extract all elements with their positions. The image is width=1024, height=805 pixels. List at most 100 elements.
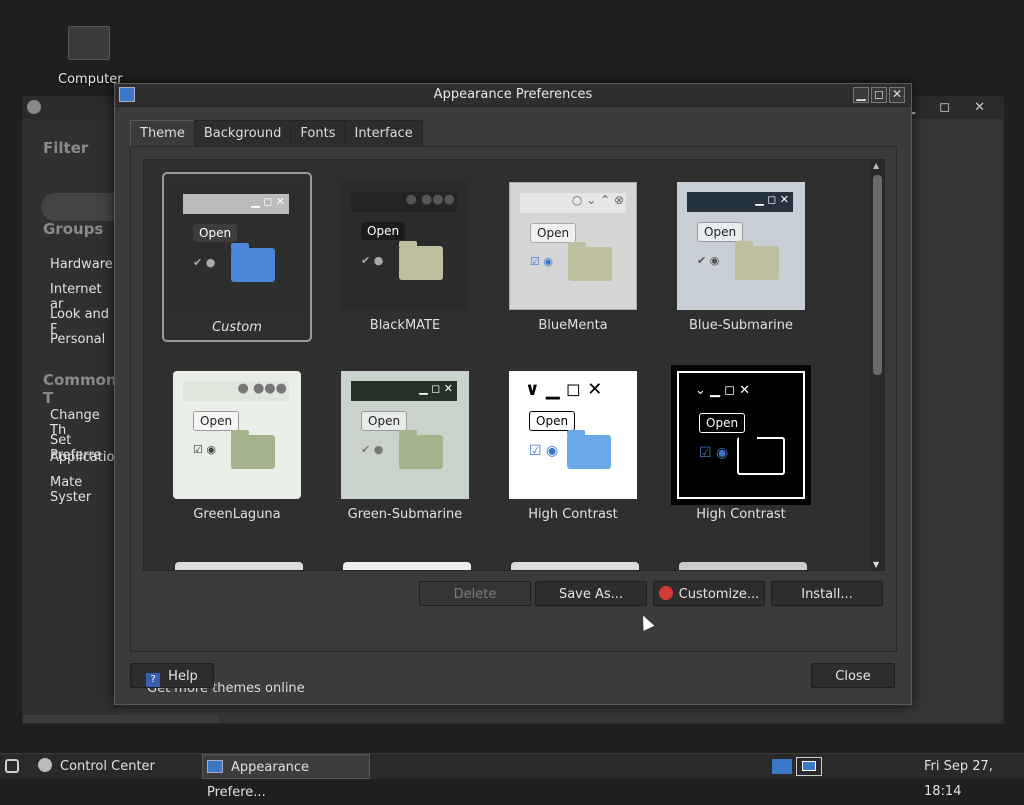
appearance-icon: [207, 760, 223, 773]
appearance-preferences-dialog: Appearance Preferences ▁ ◻ ✕ Theme Backgr…: [114, 83, 912, 705]
theme-green-submarine[interactable]: ▁ ◻ ✕ Open ✔ ● Green-Submarine: [330, 361, 480, 531]
thumb-titlebar: ○ ⌄ ⌃ ⊗: [520, 193, 626, 213]
minimize-button[interactable]: ▁: [853, 87, 869, 103]
theme-panel: ▁ ◻ ✕ Open ✔ ● Custom ● ●●● Open ✔ ● Bla…: [130, 146, 897, 696]
thumb-titlebar: ▁ ◻ ✕: [351, 381, 457, 401]
tab-bar: Theme Background Fonts Interface: [130, 120, 423, 148]
thumb-open-button: Open: [530, 223, 577, 243]
control-center-scrollbar[interactable]: [23, 715, 218, 723]
folder-icon: [737, 434, 785, 475]
thumb-check-icon: ☑ ◉: [193, 443, 216, 456]
theme-thumbnail: ● ●●● Open ☑ ◉: [173, 371, 301, 499]
thumb-check-icon: ✔ ●: [193, 256, 216, 269]
thumb-open-button: Open: [193, 411, 240, 431]
theme-partial[interactable]: [679, 562, 807, 570]
thumb-titlebar: ▁ ◻ ✕: [183, 194, 289, 214]
close-label: Close: [835, 669, 871, 684]
theme-label: GreenLaguna: [193, 507, 281, 522]
thumb-open-button: Open: [699, 413, 746, 433]
maximize-button[interactable]: ◻: [871, 87, 887, 103]
theme-partial[interactable]: [343, 562, 471, 570]
theme-high-contrast[interactable]: ∨ ▁ ◻ ✕ Open ☑ ◉ High Contrast: [498, 361, 648, 531]
tab-interface[interactable]: Interface: [344, 120, 423, 148]
theme-label: Custom: [212, 320, 262, 335]
tab-fonts[interactable]: Fonts: [290, 120, 346, 148]
tab-background[interactable]: Background: [193, 120, 292, 148]
theme-label: Blue-Submarine: [688, 318, 794, 333]
theme-thumbnail: ● ●●● Open ✔ ●: [341, 182, 469, 310]
theme-partial[interactable]: [511, 562, 639, 570]
groups-heading: Groups: [43, 220, 104, 238]
theme-thumbnail: ⌄ ▁ ◻ ✕ Open ☑ ◉: [677, 371, 805, 499]
control-center-app-icon: [27, 100, 41, 114]
folder-icon: [567, 430, 611, 469]
folder-icon: [735, 241, 779, 280]
taskbar-appearance-preferences[interactable]: Appearance Prefere...: [202, 754, 370, 800]
theme-thumbnail: ▁ ◻ ✕ Open ✔ ●: [173, 184, 301, 312]
folder-icon: [231, 430, 275, 469]
theme-custom[interactable]: ▁ ◻ ✕ Open ✔ ● Custom: [162, 172, 312, 342]
thumb-open-button: Open: [361, 222, 406, 240]
clock[interactable]: Fri Sep 27, 18:14: [924, 754, 1024, 799]
group-personal[interactable]: Personal: [50, 332, 105, 347]
tab-theme[interactable]: Theme: [130, 120, 195, 148]
theme-blackmate[interactable]: ● ●●● Open ✔ ● BlackMATE: [330, 172, 480, 342]
filter-input[interactable]: [41, 193, 121, 221]
help-button[interactable]: ? Help: [130, 663, 214, 688]
thumb-open-button: Open: [529, 411, 576, 431]
close-button[interactable]: Close: [811, 663, 895, 688]
thumb-check-icon: ✔ ●: [361, 443, 384, 456]
thumb-check-icon: ✔ ◉: [697, 254, 720, 267]
dialog-title: Appearance Preferences: [433, 87, 593, 102]
thumb-titlebar: ▁ ◻ ✕: [687, 192, 793, 212]
folder-icon: [399, 241, 443, 280]
theme-bluementa[interactable]: ○ ⌄ ⌃ ⊗ Open ☑ ◉ BlueMenta: [498, 172, 648, 342]
thumb-open-button: Open: [361, 411, 408, 431]
folder-icon: [399, 430, 443, 469]
common-applications[interactable]: Applicatio: [50, 450, 114, 465]
filter-heading: Filter: [43, 139, 89, 157]
workspace-1-icon[interactable]: [772, 759, 792, 774]
theme-grid: ▁ ◻ ✕ Open ✔ ● Custom ● ●●● Open ✔ ● Bla…: [143, 159, 885, 571]
install-button[interactable]: Install...: [771, 581, 883, 606]
common-mate-system[interactable]: Mate Syster: [50, 475, 118, 505]
scroll-up-icon[interactable]: ▲: [873, 161, 879, 170]
workspace-2-icon[interactable]: [796, 757, 822, 776]
thumb-open-button: Open: [697, 222, 744, 242]
control-center-sidebar: Filter Groups Hardware Internet ar Look …: [23, 119, 121, 715]
theme-thumbnail: ∨ ▁ ◻ ✕ Open ☑ ◉: [509, 371, 637, 499]
theme-partial[interactable]: [175, 562, 303, 570]
computer-desktop-icon[interactable]: Computer: [58, 26, 123, 87]
scroll-down-icon[interactable]: ▼: [873, 560, 879, 569]
theme-thumbnail: ○ ⌄ ⌃ ⊗ Open ☑ ◉: [509, 182, 637, 310]
computer-label: Computer: [58, 72, 123, 87]
theme-thumbnail: ▁ ◻ ✕ Open ✔ ◉: [677, 182, 805, 310]
theme-greenlaguna[interactable]: ● ●●● Open ☑ ◉ GreenLaguna: [162, 361, 312, 531]
control-center-window-buttons[interactable]: ▁ ◻ ✕: [905, 100, 995, 115]
group-hardware[interactable]: Hardware: [50, 257, 113, 272]
customize-button[interactable]: Customize...: [653, 581, 765, 606]
theme-thumbnail: ▁ ◻ ✕ Open ✔ ●: [341, 371, 469, 499]
delete-button[interactable]: Delete: [419, 581, 531, 606]
thumb-titlebar: ● ●●●: [351, 192, 457, 212]
scroll-thumb[interactable]: [873, 175, 882, 375]
taskbar-control-center[interactable]: Control Center: [38, 754, 163, 779]
menu-icon[interactable]: [5, 759, 19, 773]
taskbar: Control Center Appearance Prefere... Fri…: [0, 753, 1024, 800]
save-as-button[interactable]: Save As...: [535, 581, 647, 606]
theme-label: High Contrast: [696, 507, 786, 522]
thumb-titlebar: ∨ ▁ ◻ ✕: [519, 379, 625, 401]
close-window-button[interactable]: ✕: [889, 87, 905, 103]
taskbar-item-label: Control Center: [60, 759, 155, 774]
thumb-titlebar: ● ●●●: [183, 381, 289, 401]
theme-blue-submarine[interactable]: ▁ ◻ ✕ Open ✔ ◉ Blue-Submarine: [666, 172, 816, 342]
install-label: Install...: [801, 587, 853, 602]
folder-icon: [231, 243, 275, 282]
theme-high-contrast-inverse[interactable]: ⌄ ▁ ◻ ✕ Open ☑ ◉ High Contrast: [666, 361, 816, 531]
thumb-check-icon: ☑ ◉: [530, 255, 553, 268]
common-tasks-heading: Common T: [43, 371, 117, 407]
theme-scrollbar[interactable]: ▲ ▼: [870, 160, 884, 570]
thumb-open-button: Open: [193, 224, 238, 242]
paintbrush-icon: [658, 586, 673, 600]
dialog-titlebar[interactable]: Appearance Preferences ▁ ◻ ✕: [115, 84, 911, 107]
